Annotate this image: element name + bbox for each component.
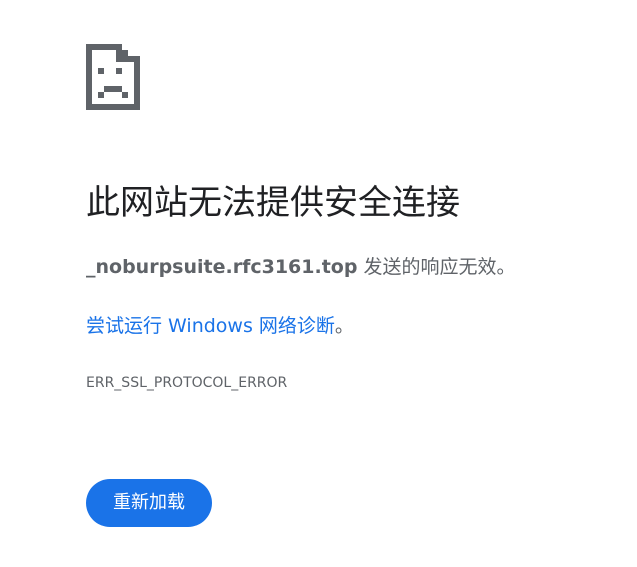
network-diagnostics-link[interactable]: 尝试运行 Windows 网络诊断 [86,315,335,337]
suggestion: 尝试运行 Windows 网络诊断。 [86,310,354,342]
error-host: _noburpsuite.rfc3161.top [86,256,358,278]
sad-page-icon [86,44,140,110]
error-code: ERR_SSL_PROTOCOL_ERROR [86,375,288,391]
error-summary-text: 发送的响应无效。 [357,256,516,278]
reload-button[interactable]: 重新加载 [86,479,212,527]
error-summary: _noburpsuite.rfc3161.top 发送的响应无效。 [86,252,516,282]
suggestion-punctuation: 。 [334,315,354,337]
page-title: 此网站无法提供安全连接 [86,183,460,223]
